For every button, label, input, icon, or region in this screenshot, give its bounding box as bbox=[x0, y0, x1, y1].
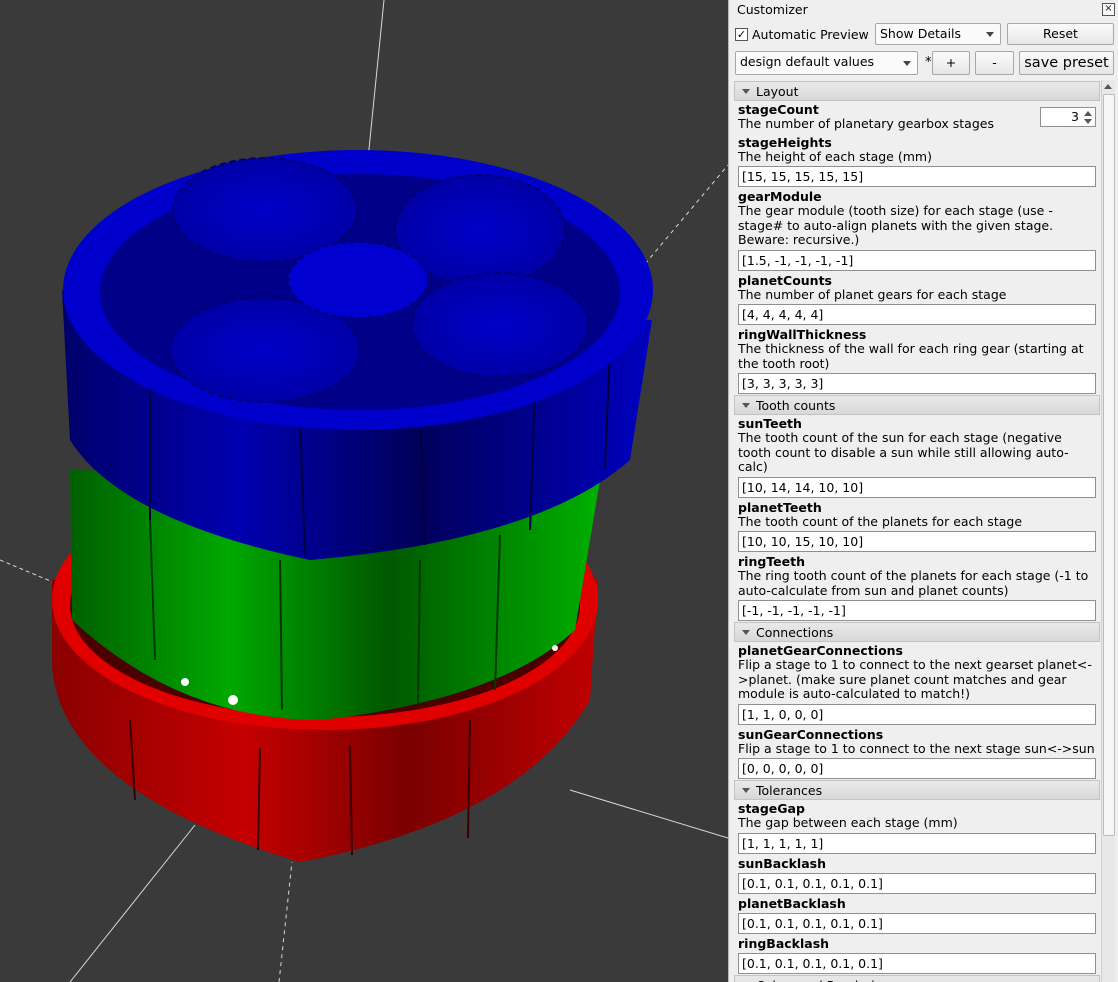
param-description: The tooth count of the planets for each … bbox=[738, 513, 1023, 529]
section-title: Tolerances bbox=[756, 783, 823, 798]
param-value-field[interactable]: [0.1, 0.1, 0.1, 0.1, 0.1] bbox=[738, 872, 1096, 894]
param-name: ringBacklash bbox=[738, 935, 830, 951]
param-description: The height of each stage (mm) bbox=[738, 148, 932, 164]
parameters-list[interactable]: Layout stageCount The number of planetary … bbox=[734, 80, 1100, 982]
param-name: planetGearConnections bbox=[738, 643, 903, 658]
param-description: The gap between each stage (mm) bbox=[738, 815, 958, 830]
param-value-field[interactable]: [-1, -1, -1, -1, -1] bbox=[738, 600, 1096, 621]
remove-preset-button[interactable]: - bbox=[975, 51, 1014, 75]
automatic-preview-label: Automatic Preview bbox=[752, 27, 869, 42]
param-sunTeeth: sunTeeth The tooth count of the sun for e… bbox=[734, 415, 1100, 498]
section-header-layout[interactable]: Layout bbox=[734, 81, 1100, 101]
param-ringWallThickness: ringWallThickness The thickness of the wa… bbox=[734, 326, 1100, 394]
details-combo[interactable]: Show Details bbox=[875, 23, 1001, 45]
param-value-field[interactable]: [10, 10, 15, 10, 10] bbox=[738, 531, 1096, 552]
param-value-field[interactable]: [1.5, -1, -1, -1, -1] bbox=[738, 249, 1096, 271]
section-header-colors-and-rendering[interactable]: Colors and Rendering bbox=[734, 974, 1100, 982]
param-name: gearModule bbox=[738, 189, 822, 204]
vertical-scrollbar[interactable] bbox=[1101, 80, 1115, 982]
param-stageHeights: stageHeights The height of each stage (mm… bbox=[734, 134, 1100, 187]
param-description: The thickness of the wall for each ring … bbox=[738, 341, 1084, 371]
param-name: sunTeeth bbox=[738, 416, 802, 431]
preset-combo[interactable]: design default values bbox=[735, 51, 918, 75]
section-title: Colors and Rendering bbox=[756, 978, 890, 982]
automatic-preview-checkbox[interactable]: ✓ bbox=[735, 28, 748, 41]
param-name: sunGearConnections bbox=[738, 726, 884, 742]
spin-down-icon[interactable] bbox=[1084, 119, 1092, 124]
preset-combo-value: design default values bbox=[740, 54, 875, 69]
param-ringTeeth: ringTeeth The ring tooth count of the pla… bbox=[734, 553, 1100, 621]
param-value-field[interactable]: [15, 15, 15, 15, 15] bbox=[738, 166, 1096, 187]
param-description: Flip a stage to 1 to connect to the next… bbox=[738, 657, 1092, 701]
param-ringBacklash: ringBacklash [0.1, 0.1, 0.1, 0.1, 0.1] bbox=[734, 935, 1100, 974]
stage-1-ring bbox=[62, 150, 653, 560]
param-description: The number of planet gears for each stag… bbox=[738, 286, 1007, 302]
preset-modified-indicator: * bbox=[925, 55, 932, 70]
chevron-down-icon bbox=[903, 61, 911, 66]
param-value-field[interactable]: [10, 14, 14, 10, 10] bbox=[738, 476, 1096, 498]
param-stageCount: stageCount The number of planetary gearbo… bbox=[734, 101, 1100, 134]
param-sunBacklash: sunBacklash [0.1, 0.1, 0.1, 0.1, 0.1] bbox=[734, 855, 1100, 894]
param-description: The ring tooth count of the planets for … bbox=[738, 568, 1089, 598]
sun-gear bbox=[287, 241, 429, 319]
param-name: planetTeeth bbox=[738, 499, 822, 515]
section-title: Layout bbox=[756, 84, 799, 99]
collapse-triangle-icon bbox=[742, 630, 750, 635]
preview-toolbar: ✓ Automatic Preview Show Details Reset bbox=[735, 23, 1114, 47]
section-title: Connections bbox=[756, 625, 834, 640]
section-title: Tooth counts bbox=[756, 398, 836, 413]
param-name: planetBacklash bbox=[738, 895, 846, 911]
param-spinbox[interactable]: 3 bbox=[1040, 107, 1096, 127]
add-preset-button[interactable]: + bbox=[932, 51, 970, 75]
param-value-field[interactable]: [4, 4, 4, 4, 4] bbox=[738, 304, 1096, 325]
param-value-field[interactable]: [0.1, 0.1, 0.1, 0.1, 0.1] bbox=[738, 952, 1096, 974]
spinbox-value: 3 bbox=[1071, 109, 1079, 124]
details-combo-value: Show Details bbox=[880, 26, 962, 41]
collapse-triangle-icon bbox=[742, 89, 750, 94]
chevron-down-icon bbox=[986, 32, 994, 37]
customizer-panel: Customizer × ✓ Automatic Preview Show De… bbox=[728, 0, 1118, 982]
param-value-field[interactable]: [1, 1, 1, 1, 1] bbox=[738, 832, 1096, 854]
param-value-field[interactable]: [0, 0, 0, 0, 0] bbox=[738, 758, 1096, 779]
close-icon[interactable]: × bbox=[1102, 3, 1115, 16]
param-name: planetCounts bbox=[738, 272, 832, 288]
param-value-field[interactable]: [1, 1, 0, 0, 0] bbox=[738, 703, 1096, 725]
param-stageGap: stageGap The gap between each stage (mm) [… bbox=[734, 800, 1100, 854]
gearbox-render bbox=[0, 0, 728, 982]
preset-toolbar: design default values * + - save preset bbox=[735, 51, 1114, 75]
3d-viewport[interactable] bbox=[0, 0, 728, 982]
section-header-tooth-counts[interactable]: Tooth counts bbox=[734, 395, 1100, 415]
param-planetCounts: planetCounts The number of planet gears f… bbox=[734, 272, 1100, 325]
panel-title: Customizer bbox=[737, 2, 808, 17]
save-preset-button[interactable]: save preset bbox=[1019, 51, 1114, 75]
spin-up-icon[interactable] bbox=[1084, 111, 1092, 116]
param-planetGearConnections: planetGearConnections Flip a stage to 1 t… bbox=[734, 642, 1100, 725]
param-description: Flip a stage to 1 to connect to the next… bbox=[738, 740, 1095, 756]
scrollbar-thumb[interactable] bbox=[1103, 94, 1115, 836]
param-name: ringWallThickness bbox=[738, 327, 867, 342]
param-description: The tooth count of the sun for each stag… bbox=[738, 430, 1069, 474]
param-gearModule: gearModule The gear module (tooth size) f… bbox=[734, 188, 1100, 271]
param-planetBacklash: planetBacklash [0.1, 0.1, 0.1, 0.1, 0.1] bbox=[734, 895, 1100, 934]
param-sunGearConnections: sunGearConnections Flip a stage to 1 to c… bbox=[734, 726, 1100, 779]
param-planetTeeth: planetTeeth The tooth count of the planet… bbox=[734, 499, 1100, 552]
param-name: ringTeeth bbox=[738, 554, 805, 569]
collapse-triangle-icon bbox=[742, 403, 750, 408]
scroll-up-icon[interactable] bbox=[1104, 84, 1112, 89]
param-value-field[interactable]: [0.1, 0.1, 0.1, 0.1, 0.1] bbox=[738, 912, 1096, 934]
param-name: sunBacklash bbox=[738, 855, 826, 871]
param-name: stageHeights bbox=[738, 134, 832, 150]
section-header-connections[interactable]: Connections bbox=[734, 622, 1100, 642]
param-description: The gear module (tooth size) for each st… bbox=[738, 203, 1054, 247]
param-value-field[interactable]: [3, 3, 3, 3, 3] bbox=[738, 373, 1096, 394]
section-header-tolerances[interactable]: Tolerances bbox=[734, 780, 1100, 800]
param-name: stageGap bbox=[738, 801, 805, 816]
collapse-triangle-icon bbox=[742, 788, 750, 793]
reset-button[interactable]: Reset bbox=[1007, 23, 1114, 45]
